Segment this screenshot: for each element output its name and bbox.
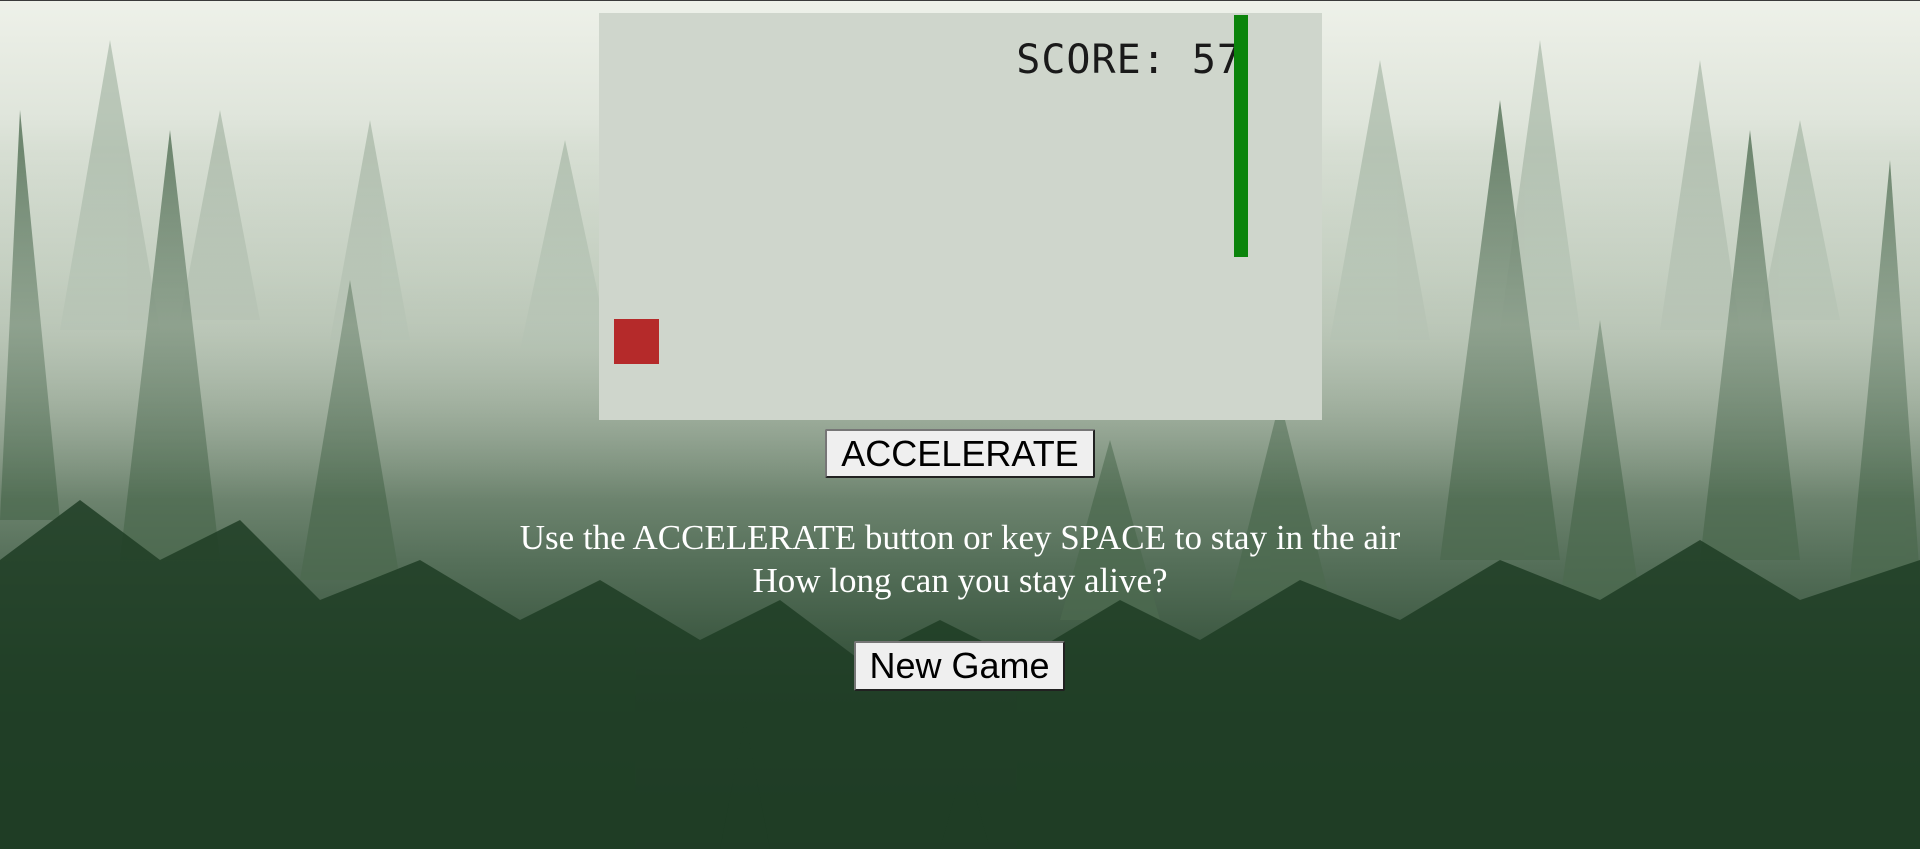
top-border-line <box>0 0 1920 1</box>
score-display: SCORE: 57 <box>1016 37 1242 83</box>
instructions-line-controls: Use the ACCELERATE button or key SPACE t… <box>519 518 1401 557</box>
new-game-button[interactable]: New Game <box>854 641 1065 691</box>
game-canvas[interactable]: SCORE: 57 <box>599 13 1322 420</box>
instructions-line-question: How long can you stay alive? <box>752 561 1168 600</box>
accelerate-button[interactable]: ACCELERATE <box>825 429 1095 478</box>
player-block <box>614 319 659 364</box>
obstacle-pipe <box>1234 15 1248 257</box>
instructions-text: Use the ACCELERATE button or key SPACE t… <box>360 516 1560 602</box>
